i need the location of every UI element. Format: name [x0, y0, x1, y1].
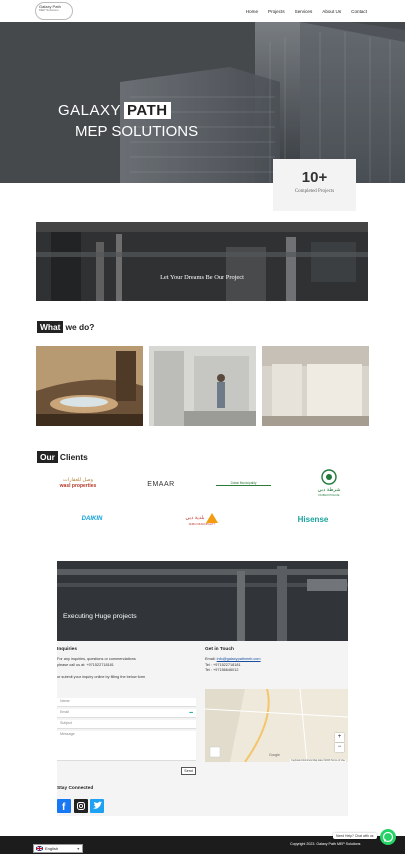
client-logo-wasl: وصل للعقارات wasl properties [56, 477, 100, 489]
dubai-police-name: DUBAI POLICE [318, 493, 340, 497]
clients-rest: Clients [59, 452, 88, 462]
dubai-municipality-en: DUBAI MUNICIPALITY [188, 523, 216, 526]
client-logo-daikin: DAIKIN [70, 516, 114, 522]
main-nav: Home Projects Services About Us Contact [236, 0, 367, 22]
nav-home[interactable]: Home [246, 9, 258, 14]
name-field[interactable]: Name [57, 698, 196, 707]
stat-label: Completed Projects [294, 189, 335, 194]
whatsapp-button[interactable] [380, 829, 396, 845]
google-logo: Google [269, 753, 280, 757]
contact-card-image: Executing Huge projects [57, 561, 348, 641]
logo-line-2: MEP Solutions [39, 8, 59, 13]
nav-contact[interactable]: Contact [351, 9, 367, 14]
inquiries-line-2: please call us at: +971522718181 [57, 662, 114, 667]
client-logo-emaar: EMAAR [139, 481, 183, 488]
subject-field[interactable]: Subject [57, 720, 196, 729]
get-in-touch-heading: Get in Touch [205, 647, 234, 652]
send-button[interactable]: Send [181, 767, 196, 775]
inquiries-heading: Inquiries [57, 647, 77, 652]
hero-subtitle: MEP SOLUTIONS [75, 123, 199, 140]
clients-highlight: Our [37, 451, 58, 463]
stat-number: 10+ [301, 169, 328, 186]
twitter-button[interactable] [90, 799, 104, 813]
daikin-name: DAIKIN [81, 516, 103, 522]
language-label: English [45, 846, 59, 851]
message-field[interactable]: Message [57, 731, 196, 761]
email-link[interactable]: info@galaxypathmeb.com [217, 657, 261, 661]
wasl-name: wasl properties [59, 483, 97, 489]
email-label: Email: [205, 657, 216, 661]
dubai-police-emblem-icon [321, 469, 337, 485]
tel-line-2: Tel : +97156646012 [205, 668, 239, 672]
stay-connected-heading: Stay Connected [57, 786, 94, 791]
banner-machinery-image [36, 222, 368, 301]
map-zoom-out-button[interactable]: − [335, 743, 344, 752]
site-header: Galaxy Path MEP Solutions Home Projects … [0, 0, 405, 22]
work-image-spa[interactable] [36, 346, 143, 426]
marble-photo [262, 346, 369, 426]
facebook-button[interactable]: f [57, 799, 71, 813]
email-field[interactable]: Email ▬ [57, 709, 196, 718]
nav-services[interactable]: Services [295, 9, 313, 14]
electrical-room-photo [149, 346, 256, 426]
spa-photo [36, 346, 143, 426]
what-we-do-heading: What we do? [37, 321, 94, 333]
ducts-photo [57, 561, 348, 641]
dubai-municipality-name: Dubai Municipality [230, 481, 257, 485]
map-tiles [205, 689, 348, 762]
client-logo-dubai-municipality-green: Dubai Municipality [216, 481, 271, 486]
client-logo-dubai-police: شرطة دبي DUBAI POLICE [308, 469, 350, 497]
nav-about[interactable]: About Us [322, 9, 341, 14]
dubai-municipality-arabic: بلدية دبي [185, 515, 205, 521]
what-rest: we do? [65, 322, 95, 332]
hero-title-part-1: GALAXY [58, 102, 122, 119]
banner-text: Let Your Dreams Be Our Project [160, 274, 244, 281]
email-placeholder: Email [60, 710, 69, 714]
facebook-icon: f [62, 802, 66, 813]
map-zoom-in-button[interactable]: + [335, 733, 344, 742]
instagram-button[interactable] [74, 799, 88, 813]
banner-image: Let Your Dreams Be Our Project [36, 222, 368, 301]
whatsapp-tooltip[interactable]: Need Help? Chat with us [333, 833, 377, 839]
hero-title-part-2: PATH [124, 102, 171, 119]
client-logo-dubai-municipality: بلدية دبي DUBAI MUNICIPALITY [178, 513, 226, 526]
instagram-icon [77, 802, 85, 810]
language-selector[interactable]: English ▼ [33, 844, 83, 853]
client-logo-hisense: Hisense [290, 515, 336, 524]
map-embed[interactable]: + − Google Keyboard shortcuts Map data ©… [205, 689, 348, 762]
hero-title: GALAXY PATH [58, 102, 171, 119]
map-attribution[interactable]: Keyboard shortcuts Map data ©2023 Terms … [290, 759, 346, 762]
what-highlight: What [37, 321, 64, 333]
contact-details: Email: info@galaxypathmeb.com Tel : +971… [205, 657, 261, 674]
autofill-icon: ▬ [189, 710, 193, 714]
whatsapp-icon [382, 831, 394, 843]
inquiries-line-3: or submit your inquiry online by filling… [57, 675, 146, 679]
inquiries-text: For any inquiries, questions or commenda… [57, 657, 197, 681]
hisense-name: Hisense [297, 515, 329, 524]
twitter-icon [93, 801, 102, 809]
email-line: Email: info@galaxypathmeb.com [205, 657, 261, 663]
card-image-text: Executing Huge projects [63, 613, 137, 620]
copyright-text: Copyright 2023. Galaxy Path MEP Solution… [290, 842, 361, 846]
uk-flag-icon [36, 846, 43, 851]
chevron-down-icon: ▼ [76, 846, 80, 851]
svg-text:f: f [62, 802, 66, 813]
stat-box: 10+ Completed Projects [273, 159, 356, 211]
nav-projects[interactable]: Projects [268, 9, 285, 14]
emaar-name: EMAAR [147, 481, 175, 488]
dubai-municipality-mark-icon [206, 513, 219, 523]
work-image-electrical-room[interactable] [149, 346, 256, 426]
site-logo[interactable]: Galaxy Path MEP Solutions [35, 2, 73, 20]
our-clients-heading: Our Clients [37, 451, 88, 463]
work-image-marble[interactable] [262, 346, 369, 426]
